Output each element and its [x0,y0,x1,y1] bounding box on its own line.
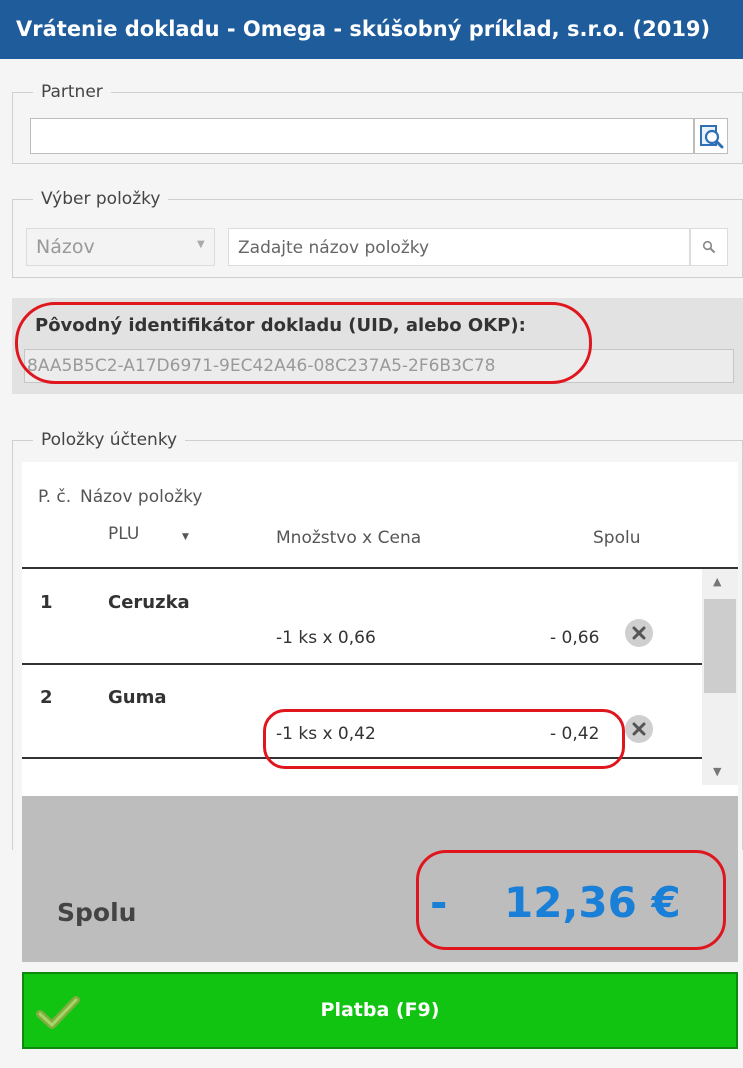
header-item-name: Názov položky [80,487,203,507]
row-quantity-price: -1 ks x 0,66 [276,628,376,648]
partner-input[interactable] [30,118,694,154]
remove-item-button[interactable] [625,715,653,743]
summary-total-amount: 12,36 € [504,878,681,927]
search-mode-value: Názov [36,236,95,258]
row-quantity-price: -1 ks x 0,42 [276,724,376,744]
header-plu[interactable]: PLU [108,524,139,544]
return-document-form: Partner Výber položky Názov ▼ Zadajte ná… [0,59,743,1068]
receipt-items-legend: Položky účtenky [33,429,186,451]
items-scrollbar[interactable]: ▲ ▼ [702,569,738,785]
item-search-input[interactable]: Zadajte názov položky [228,228,690,266]
item-search-placeholder: Zadajte názov položky [238,238,430,258]
scroll-up-icon[interactable]: ▲ [713,575,721,588]
summary-panel: Spolu - 12,36 € [22,796,738,962]
chevron-down-icon[interactable]: ▼ [182,532,189,542]
row-number: 2 [40,687,53,708]
pay-button[interactable]: Platba (F9) [22,972,738,1049]
remove-item-button[interactable] [625,619,653,647]
table-row[interactable]: 2 Guma -1 ks x 0,42 - 0,42 [22,665,702,757]
search-mode-dropdown[interactable]: Názov ▼ [26,228,215,266]
partner-group: Partner [12,81,743,164]
document-search-icon [700,125,724,149]
item-selection-legend: Výber položky [33,188,169,210]
table-row[interactable]: 1 Ceruzka -1 ks x 0,66 - 0,66 [22,569,702,663]
scroll-down-icon[interactable]: ▼ [713,765,721,778]
scroll-thumb[interactable] [704,599,736,693]
item-selection-group: Výber položky Názov ▼ Zadajte názov polo… [12,188,743,278]
row-item-name: Ceruzka [108,592,190,613]
header-quantity-price: Množstvo x Cena [276,528,422,548]
close-icon [632,626,646,640]
partner-legend: Partner [33,81,111,103]
original-document-uid-value: 8AA5B5C2-A17D6971-9EC42A46-08C237A5-2F6B… [27,356,496,376]
row-total: - 0,42 [550,724,600,744]
window-title: Vrátenie dokladu - Omega - skúšobný prík… [0,0,743,59]
summary-label: Spolu [57,898,137,927]
chevron-down-icon: ▼ [197,239,205,250]
row-total: - 0,66 [550,628,600,648]
original-document-uid-input[interactable]: 8AA5B5C2-A17D6971-9EC42A46-08C237A5-2F6B… [24,349,734,383]
header-total: Spolu [593,528,641,548]
search-icon [702,240,716,254]
original-document-panel: Pôvodný identifikátor dokladu (UID, aleb… [12,298,743,394]
summary-sign: - [430,878,448,927]
header-item-number: P. č. [38,487,72,507]
row-item-name: Guma [108,687,167,708]
original-document-label: Pôvodný identifikátor dokladu (UID, aleb… [35,315,526,336]
partner-search-button[interactable] [694,118,728,154]
pay-button-label: Platba (F9) [320,999,440,1021]
item-search-button[interactable] [690,228,728,266]
close-icon [632,722,646,736]
row-divider [22,757,702,759]
row-number: 1 [40,592,53,613]
